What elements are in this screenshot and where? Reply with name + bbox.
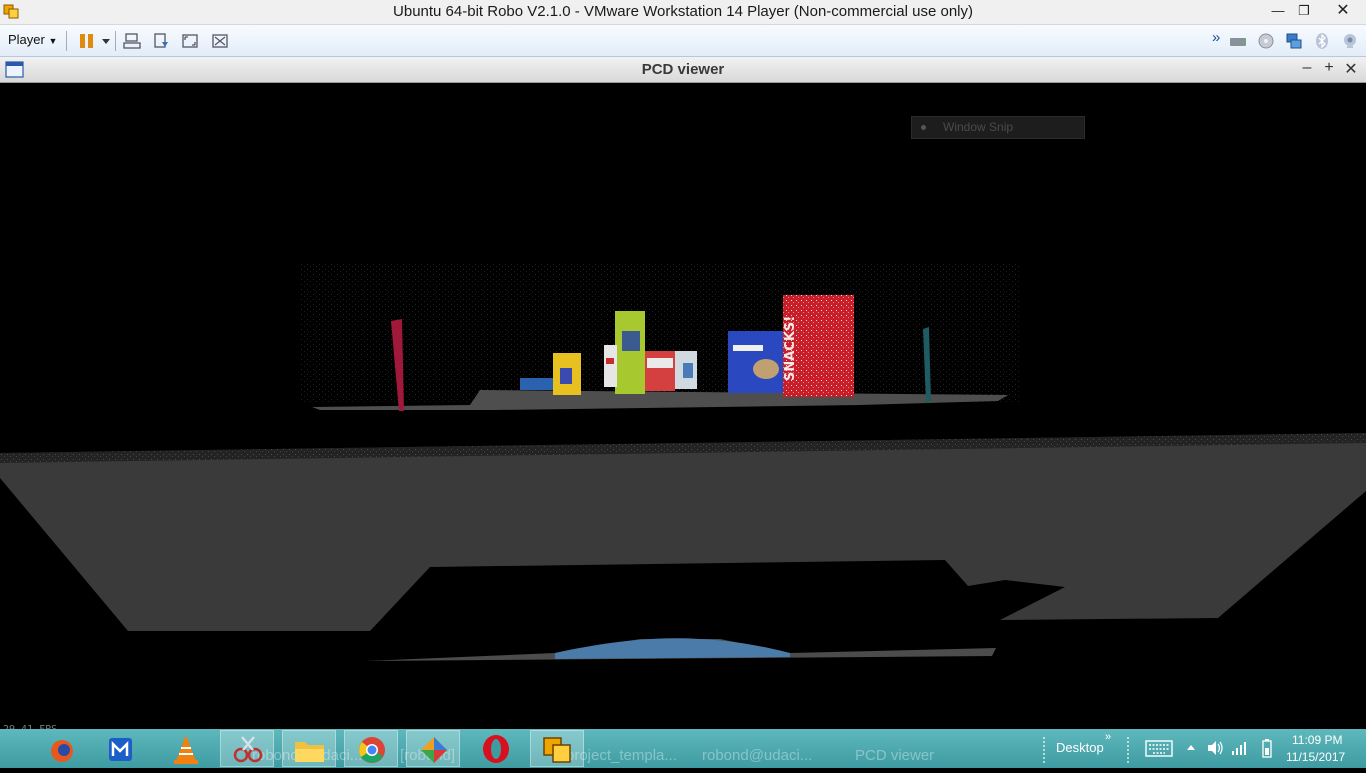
bottle-object xyxy=(615,311,645,394)
point-cloud-viewport[interactable]: SNACKS! Window Snip 29.41 FPS xyxy=(0,83,1366,735)
taskbar-file-explorer[interactable] xyxy=(282,730,336,767)
folder-icon xyxy=(295,742,324,762)
floor-point-cloud xyxy=(0,433,1366,631)
battery-icon[interactable] xyxy=(1262,739,1272,758)
vmware-titlebar: Ubuntu 64-bit Robo V2.1.0 - VMware Works… xyxy=(0,0,1366,25)
pcd-maximize-button[interactable]: + xyxy=(1319,59,1339,77)
hard-disk-icon[interactable] xyxy=(1229,32,1247,50)
ghost-window-title: robond@udaci... xyxy=(702,747,813,764)
diamond-app-icon xyxy=(421,737,447,763)
keyboard-icon[interactable] xyxy=(1145,740,1173,757)
pcd-close-button[interactable]: ✕ xyxy=(1341,59,1361,79)
pcd-viewer-titlebar: PCD viewer – + ✕ xyxy=(0,57,1366,83)
toolbar-divider xyxy=(115,31,116,51)
lower-surface-highlight xyxy=(555,638,790,659)
player-menu[interactable]: Player ▼ xyxy=(8,32,57,47)
desktop-chevron-icon[interactable]: » xyxy=(1105,731,1111,743)
snip-dot-icon xyxy=(921,125,926,130)
vmware-icon xyxy=(543,737,571,763)
pcd-minimize-button[interactable]: – xyxy=(1297,59,1317,77)
toolbar-grip[interactable] xyxy=(1127,737,1132,763)
taskbar-opera[interactable] xyxy=(469,730,523,767)
taskbar-app-diamond[interactable] xyxy=(406,730,460,767)
toolbar-grip[interactable] xyxy=(1043,737,1048,763)
send-ctrl-alt-del-icon[interactable] xyxy=(123,32,141,50)
firefox-icon xyxy=(51,740,73,762)
fullscreen-icon[interactable] xyxy=(181,32,199,50)
close-button[interactable]: ✕ xyxy=(1323,0,1363,22)
cd-drive-icon[interactable] xyxy=(1257,32,1275,50)
pause-dropdown-icon[interactable] xyxy=(100,32,112,50)
show-hidden-icons-icon[interactable] xyxy=(1186,743,1196,753)
toolbar-divider xyxy=(66,31,67,51)
more-devices-chevron-icon[interactable]: » xyxy=(1212,29,1220,46)
taskbar-vlc[interactable] xyxy=(159,730,213,767)
bluetooth-icon[interactable] xyxy=(1313,32,1331,50)
webcam-icon[interactable] xyxy=(1341,32,1359,50)
biscuit-box-object xyxy=(728,331,784,393)
taskbar: robond@udaci... [robond] project_templa.… xyxy=(0,729,1366,768)
desktop-toolbar-label[interactable]: Desktop xyxy=(1056,740,1104,755)
taskbar-vmware-player[interactable] xyxy=(530,730,584,767)
taskbar-firefox[interactable] xyxy=(38,730,92,767)
vmware-window-title: Ubuntu 64-bit Robo V2.1.0 - VMware Works… xyxy=(393,3,973,20)
player-menu-label: Player xyxy=(8,32,45,47)
vlc-icon xyxy=(174,735,198,764)
chrome-icon xyxy=(359,737,385,763)
vmware-toolbar: Player ▼ » xyxy=(0,25,1366,57)
soup-can-object xyxy=(645,351,675,391)
maxthon-icon xyxy=(109,738,132,761)
opera-icon xyxy=(483,735,509,763)
restore-button[interactable]: ❐ xyxy=(1289,0,1319,22)
volume-icon[interactable] xyxy=(1206,740,1224,756)
removable-devices-icon[interactable] xyxy=(152,32,170,50)
scissors-icon xyxy=(233,736,263,763)
clock-date[interactable]: 11/15/2017 xyxy=(1286,750,1345,764)
network-adapter-icon[interactable] xyxy=(1285,32,1303,50)
pcd-viewer-title: PCD viewer xyxy=(641,61,725,78)
unity-mode-icon[interactable] xyxy=(211,32,229,50)
spray-bottle-object xyxy=(604,345,617,387)
snacks-box-label: SNACKS! xyxy=(783,316,798,381)
network-signal-icon[interactable] xyxy=(1230,740,1248,756)
taskbar-chrome[interactable] xyxy=(344,730,398,767)
blue-box-object xyxy=(520,378,558,390)
clock-time[interactable]: 11:09 PM xyxy=(1292,733,1342,747)
taskbar-snipping-tool[interactable] xyxy=(220,730,274,767)
taskbar-maxthon[interactable] xyxy=(97,730,151,767)
point-cloud-render: SNACKS! xyxy=(0,263,1366,661)
window-snip-popup[interactable]: Window Snip xyxy=(911,116,1085,139)
chevron-down-icon: ▼ xyxy=(48,36,58,46)
window-snip-label: Window Snip xyxy=(943,120,1014,134)
ghost-window-title: PCD viewer xyxy=(855,747,935,764)
pause-icon[interactable] xyxy=(78,32,96,50)
